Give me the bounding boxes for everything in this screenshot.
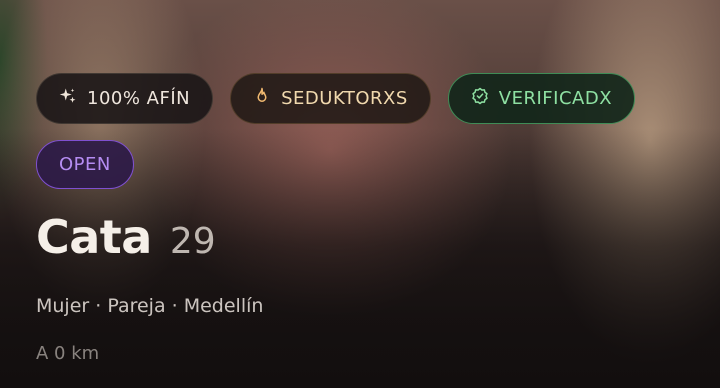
- open-status-badge: OPEN: [36, 140, 134, 189]
- profile-name-row: Cata 29: [36, 210, 216, 264]
- verified-check-icon: [471, 87, 489, 110]
- match-badge: 100% AFÍN: [36, 73, 214, 124]
- profile-details: Mujer · Pareja · Medellín: [36, 295, 264, 317]
- profile-age: 29: [169, 221, 216, 262]
- verified-badge-label: VERIFICADX: [498, 88, 613, 109]
- seduktorxs-badge-label: SEDUKTORXS: [281, 88, 408, 109]
- flame-icon: [253, 87, 271, 110]
- verified-badge: VERIFICADX: [447, 73, 636, 124]
- profile-badges: 100% AFÍN SEDUKTORXS VERIFICADX: [36, 73, 636, 124]
- profile-name: Cata: [36, 210, 152, 264]
- profile-photo: [0, 0, 720, 388]
- seduktorxs-badge: SEDUKTORXS: [230, 73, 431, 124]
- profile-distance: A 0 km: [36, 343, 100, 364]
- sparkles-icon: [59, 87, 77, 110]
- open-status-label: OPEN: [59, 154, 111, 175]
- match-badge-label: 100% AFÍN: [87, 88, 191, 109]
